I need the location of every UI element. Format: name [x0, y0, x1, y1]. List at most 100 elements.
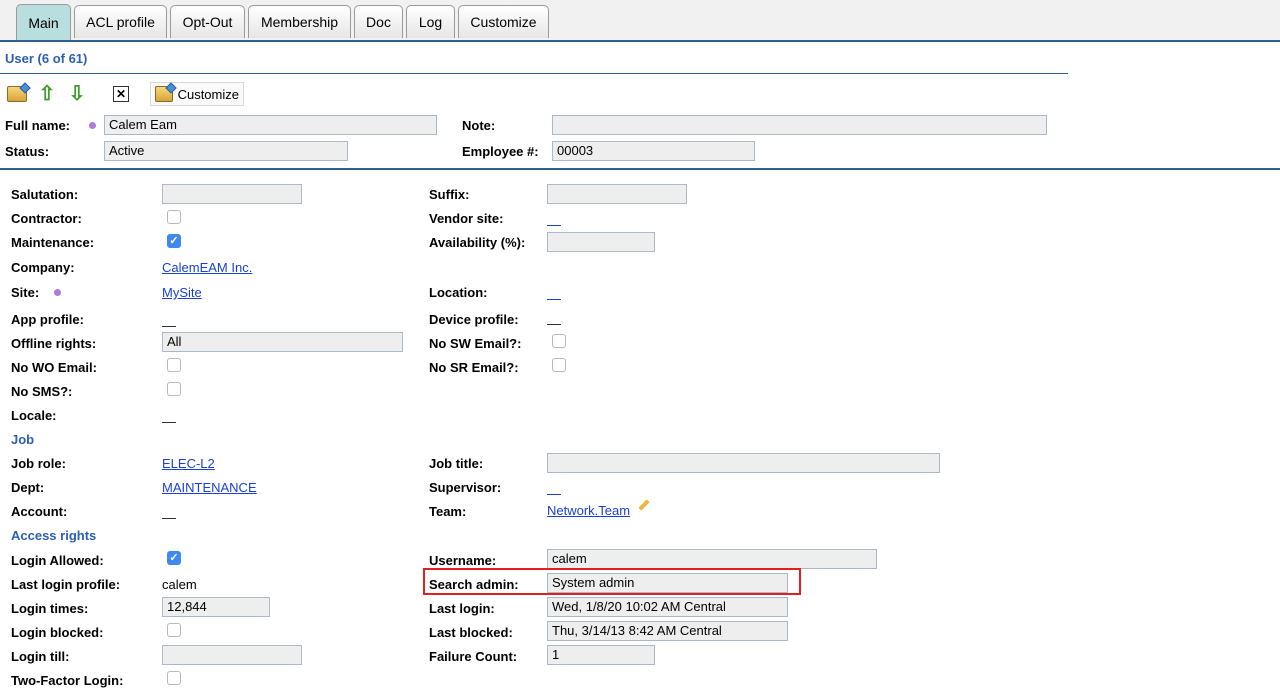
site-link[interactable]: MySite: [162, 285, 202, 300]
suffix-label: Suffix:: [429, 187, 470, 202]
edit-button[interactable]: [6, 82, 28, 106]
username-label: Username:: [429, 553, 497, 568]
location-link[interactable]: [547, 299, 561, 300]
site-label: Site:: [11, 285, 40, 300]
tab-log[interactable]: Log: [406, 5, 455, 38]
availability-field[interactable]: [547, 232, 655, 252]
salutation-field[interactable]: [162, 184, 302, 204]
pencil-icon[interactable]: [638, 499, 650, 511]
team-link[interactable]: Network.Team: [547, 503, 630, 518]
device-profile-label: Device profile:: [429, 312, 519, 327]
locale-empty[interactable]: [162, 422, 176, 423]
status-field[interactable]: Active: [104, 141, 348, 161]
page-title: User (6 of 61): [5, 51, 88, 66]
close-icon: ✕: [113, 86, 129, 102]
tab-acl-profile[interactable]: ACL profile: [74, 5, 167, 38]
availability-label: Availability (%):: [429, 235, 526, 250]
status-label: Status:: [5, 144, 50, 159]
maintenance-checkbox[interactable]: ✓: [167, 234, 181, 248]
job-title-label: Job title:: [429, 456, 484, 471]
contractor-label: Contractor:: [11, 211, 82, 226]
no-sw-email-label: No SW Email?:: [429, 336, 522, 351]
login-allowed-label: Login Allowed:: [11, 553, 104, 568]
username-field[interactable]: calem: [547, 549, 877, 569]
close-button[interactable]: ✕: [110, 82, 132, 106]
vendor-site-link[interactable]: [547, 225, 561, 226]
location-label: Location:: [429, 285, 488, 300]
move-up-button[interactable]: ⇧: [36, 82, 58, 106]
tab-doc[interactable]: Doc: [354, 5, 403, 38]
tab-customize[interactable]: Customize: [458, 5, 549, 38]
vendor-site-label: Vendor site:: [429, 211, 504, 226]
note-label: Note:: [462, 118, 496, 133]
job-role-label: Job role:: [11, 456, 66, 471]
account-label: Account:: [11, 504, 68, 519]
last-blocked-field[interactable]: Thu, 3/14/13 8:42 AM Central: [547, 621, 788, 641]
app-profile-empty[interactable]: [162, 326, 176, 327]
login-times-field[interactable]: 12,844: [162, 597, 270, 617]
last-login-label: Last login:: [429, 601, 495, 616]
search-admin-highlight: [423, 568, 801, 595]
full-name-label: Full name:: [5, 118, 71, 133]
last-login-field[interactable]: Wed, 1/8/20 10:02 AM Central: [547, 597, 788, 617]
job-section-title: Job: [11, 432, 35, 447]
device-profile-empty[interactable]: [547, 324, 561, 325]
login-allowed-checkbox[interactable]: ✓: [167, 551, 181, 565]
login-blocked-label: Login blocked:: [11, 625, 104, 640]
last-blocked-label: Last blocked:: [429, 625, 513, 640]
dept-label: Dept:: [11, 480, 45, 495]
note-field[interactable]: [552, 115, 1047, 135]
supervisor-link[interactable]: [547, 494, 561, 495]
no-wo-email-checkbox[interactable]: [167, 358, 181, 372]
offline-rights-label: Offline rights:: [11, 336, 97, 351]
tab-opt-out[interactable]: Opt-Out: [170, 5, 245, 38]
login-till-field[interactable]: [162, 645, 302, 665]
customize-label: Customize: [177, 86, 239, 102]
company-link[interactable]: CalemEAM Inc.: [162, 260, 252, 275]
job-role-link[interactable]: ELEC-L2: [162, 456, 215, 471]
required-dot-icon: [54, 289, 61, 296]
dept-link[interactable]: MAINTENANCE: [162, 480, 257, 495]
login-till-label: Login till:: [11, 649, 70, 664]
failure-count-field[interactable]: 1: [547, 645, 655, 665]
move-down-button[interactable]: ⇩: [66, 82, 88, 106]
login-blocked-checkbox[interactable]: [167, 623, 181, 637]
last-login-profile-label: Last login profile:: [11, 577, 121, 592]
no-wo-email-label: No WO Email:: [11, 360, 97, 375]
team-label: Team:: [429, 504, 467, 519]
last-login-profile-value: calem: [162, 577, 197, 592]
no-sr-email-checkbox[interactable]: [552, 358, 566, 372]
tab-main[interactable]: Main: [16, 4, 71, 40]
supervisor-label: Supervisor:: [429, 480, 502, 495]
no-sms-checkbox[interactable]: [167, 382, 181, 396]
tab-bar: Main ACL profile Opt-Out Membership Doc …: [0, 0, 1280, 42]
customize-button[interactable]: Customize: [150, 82, 244, 106]
two-factor-login-label: Two-Factor Login:: [11, 673, 124, 688]
job-title-field[interactable]: [547, 453, 940, 473]
account-empty[interactable]: [162, 518, 176, 519]
company-label: Company:: [11, 260, 75, 275]
title-divider: [0, 73, 1068, 74]
tab-membership[interactable]: Membership: [248, 5, 351, 38]
failure-count-label: Failure Count:: [429, 649, 518, 664]
edit-icon: [7, 86, 27, 102]
arrow-down-icon: ⇩: [68, 83, 86, 105]
no-sms-label: No SMS?:: [11, 384, 73, 399]
customize-icon: [155, 86, 173, 102]
login-times-label: Login times:: [11, 601, 89, 616]
arrow-up-icon: ⇧: [38, 83, 56, 105]
two-factor-login-checkbox[interactable]: [167, 671, 181, 685]
required-dot-icon: [89, 122, 96, 129]
access-rights-section-title: Access rights: [11, 528, 97, 543]
header-divider: [0, 168, 1280, 170]
suffix-field[interactable]: [547, 184, 687, 204]
salutation-label: Salutation:: [11, 187, 79, 202]
app-profile-label: App profile:: [11, 312, 84, 327]
employee-number-field[interactable]: 00003: [552, 141, 755, 161]
contractor-checkbox[interactable]: [167, 210, 181, 224]
full-name-field[interactable]: Calem Eam: [104, 115, 437, 135]
employee-number-label: Employee #:: [462, 144, 539, 159]
no-sw-email-checkbox[interactable]: [552, 334, 566, 348]
locale-label: Locale:: [11, 408, 57, 423]
offline-rights-field[interactable]: All: [162, 332, 403, 352]
